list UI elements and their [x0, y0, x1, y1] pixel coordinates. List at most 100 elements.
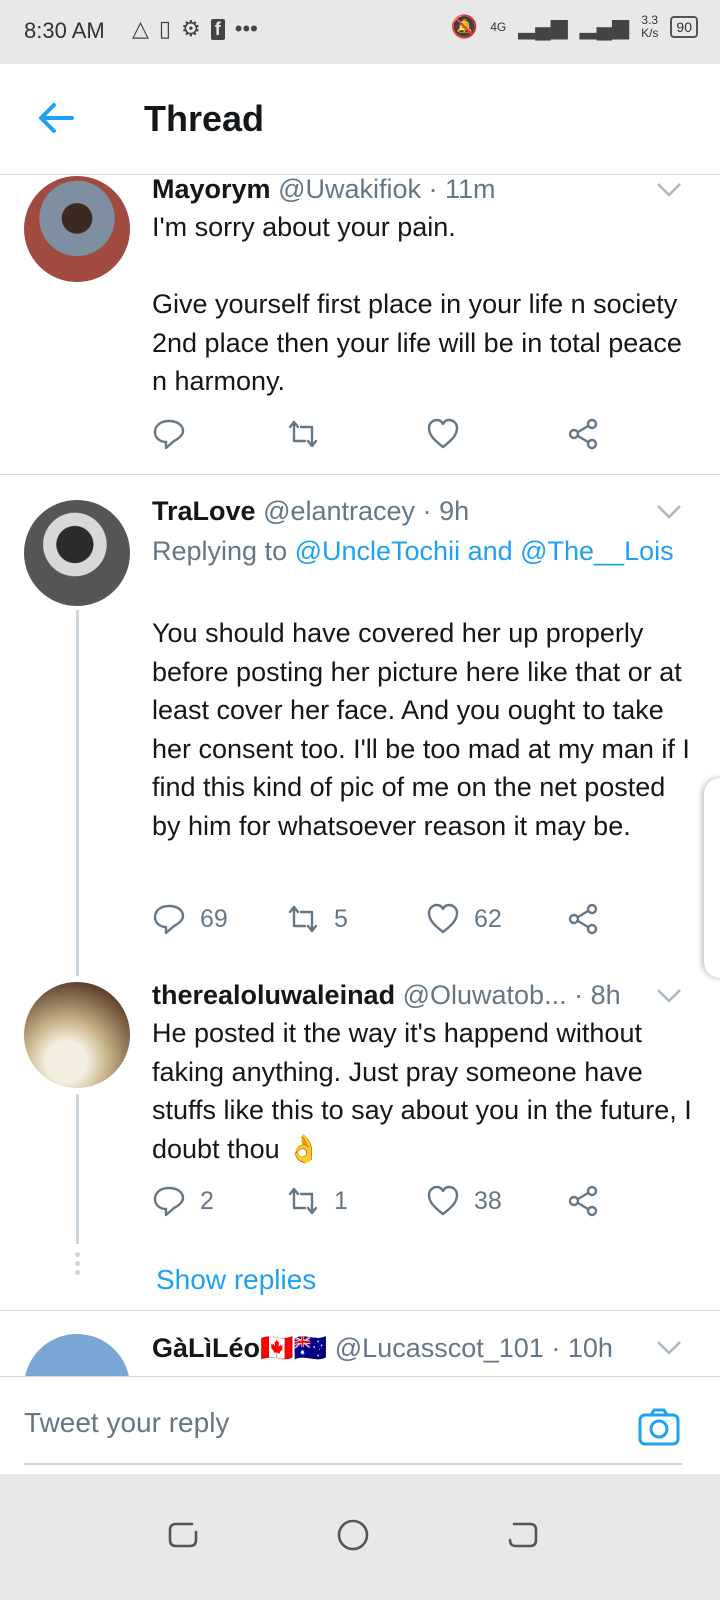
reply-button[interactable]: 69	[152, 902, 228, 936]
network-speed: 3.3 K/s	[641, 14, 658, 40]
author-handle: @Lucasscot_101	[334, 1333, 544, 1363]
separator-dot: ·	[428, 174, 446, 204]
battery-saver-icon: ▯	[158, 16, 172, 41]
heart-icon	[427, 418, 459, 449]
tweet-text: You should have covered her up properly …	[152, 618, 698, 841]
like-button[interactable]: 38	[426, 1184, 502, 1218]
thread-dot	[75, 1261, 80, 1266]
reply-button[interactable]: 2	[152, 1184, 214, 1218]
retweet-icon	[288, 905, 318, 933]
more-notifications-icon: •••	[234, 16, 258, 41]
share-icon	[568, 418, 598, 450]
retweet-button[interactable]	[286, 417, 334, 451]
avatar[interactable]	[24, 982, 130, 1088]
recent-apps-icon[interactable]	[166, 1518, 200, 1552]
edge-panel-handle[interactable]	[704, 778, 720, 978]
warning-icon: △	[132, 16, 149, 41]
chevron-down-icon[interactable]	[656, 988, 682, 1004]
back-arrow-icon[interactable]	[36, 98, 76, 138]
reply-bar: Tweet your reply	[0, 1376, 720, 1475]
retweet-icon	[288, 1187, 318, 1215]
avatar[interactable]	[24, 500, 130, 606]
reply-icon	[153, 904, 185, 935]
separator-dot: ·	[422, 496, 440, 526]
reply-button[interactable]	[152, 417, 200, 451]
reply-icon	[153, 1186, 185, 1217]
tweet-time: 9h	[439, 496, 470, 526]
share-icon	[568, 1185, 598, 1217]
author-handle: @Oluwatob...	[402, 980, 567, 1010]
tweet-time: 8h	[590, 980, 621, 1010]
replying-to-prefix: Replying to	[152, 536, 295, 566]
tweet-header: therealoluwaleinad @Oluwatob... · 8h	[152, 980, 621, 1011]
avatar[interactable]	[24, 1334, 130, 1376]
like-button[interactable]	[426, 417, 474, 451]
author-handle: @elantracey	[263, 496, 416, 526]
replying-to-users[interactable]: @UncleTochii and @The__Lois	[295, 536, 674, 566]
home-icon[interactable]	[336, 1518, 370, 1552]
tweet-text: He posted it the way it's happend withou…	[152, 1018, 700, 1164]
author-name[interactable]: TraLove	[152, 496, 256, 526]
thread-dot	[75, 1252, 80, 1257]
reply-icon	[153, 419, 185, 450]
avatar[interactable]	[24, 176, 130, 282]
heart-icon	[427, 903, 459, 934]
separator-dot: ·	[551, 1333, 568, 1363]
share-button[interactable]	[566, 417, 600, 451]
tweet-text: I'm sorry about your pain. Give yourself…	[152, 212, 682, 396]
tweet[interactable]: GàLìLéo🇨🇦🇦🇺 @Lucasscot_101 · 10h	[0, 1332, 720, 1376]
retweet-count: 5	[334, 904, 348, 933]
status-bar: 8:30 AM △ ▯ ⚙ f ••• 🔕 4G ▂▄▆ ▂▄▆ 3.3 K/s…	[0, 0, 720, 64]
tweet[interactable]: therealoluwaleinad @Oluwatob... · 8h He …	[0, 980, 720, 1240]
status-time: 8:30 AM	[24, 18, 105, 43]
retweet-icon	[288, 420, 318, 448]
chevron-down-icon[interactable]	[656, 1340, 682, 1356]
like-button[interactable]: 62	[426, 902, 502, 936]
tweet-time: 11m	[445, 174, 496, 204]
replying-to: Replying to @UncleTochii and @The__Lois	[152, 532, 697, 571]
tweet-actions	[152, 417, 622, 457]
retweet-count: 1	[334, 1186, 348, 1215]
tweet-header: Mayorym @Uwakifiok · 11m	[152, 174, 496, 205]
like-count: 62	[474, 904, 502, 933]
author-name[interactable]: GàLìLéo🇨🇦🇦🇺	[152, 1333, 327, 1363]
reply-input-underline	[24, 1463, 682, 1465]
author-name[interactable]: Mayorym	[152, 174, 271, 204]
tweet-header: GàLìLéo🇨🇦🇦🇺 @Lucasscot_101 · 10h	[152, 1332, 613, 1364]
tweet-time: 10h	[567, 1333, 613, 1363]
reply-count: 2	[200, 1186, 214, 1215]
retweet-button[interactable]: 5	[286, 902, 348, 936]
page-title: Thread	[144, 98, 265, 139]
system-nav-bar	[0, 1474, 720, 1600]
signal-icon: ▂▄▆	[518, 14, 568, 39]
tweet[interactable]: Mayorym @Uwakifiok · 11m I'm sorry about…	[0, 174, 720, 474]
heart-icon	[427, 1185, 459, 1216]
camera-icon[interactable]	[638, 1407, 680, 1447]
share-icon	[568, 903, 598, 935]
divider	[0, 474, 720, 475]
share-button[interactable]	[566, 902, 600, 936]
signal-2-icon: ▂▄▆	[579, 14, 630, 39]
chevron-down-icon[interactable]	[656, 182, 682, 198]
speed-unit: K/s	[641, 26, 659, 40]
share-button[interactable]	[566, 1184, 600, 1218]
retweet-button[interactable]: 1	[286, 1184, 348, 1218]
tweet[interactable]: TraLove @elantracey · 9h Replying to @Un…	[0, 496, 720, 966]
separator-dot: ·	[574, 980, 591, 1010]
tweet-header: TraLove @elantracey · 9h	[152, 496, 469, 527]
battery-icon: 90	[670, 16, 698, 38]
chevron-down-icon[interactable]	[656, 504, 682, 520]
status-notification-icons: △ ▯ ⚙ f •••	[132, 16, 258, 42]
reply-input[interactable]: Tweet your reply	[24, 1407, 229, 1439]
author-handle: @Uwakifiok	[278, 174, 421, 204]
like-count: 38	[474, 1186, 502, 1215]
settings-icon: ⚙	[181, 16, 201, 41]
tweet-actions: 69 5 62	[152, 902, 622, 942]
show-replies-link[interactable]: Show replies	[156, 1264, 316, 1296]
mute-icon: 🔕	[450, 14, 479, 39]
status-system-icons: 🔕 4G ▂▄▆ ▂▄▆ 3.3 K/s 90	[451, 14, 698, 40]
back-nav-icon[interactable]	[506, 1518, 540, 1552]
reply-count: 69	[200, 904, 228, 933]
author-name[interactable]: therealoluwaleinad	[152, 980, 395, 1010]
facebook-icon: f	[210, 18, 225, 40]
